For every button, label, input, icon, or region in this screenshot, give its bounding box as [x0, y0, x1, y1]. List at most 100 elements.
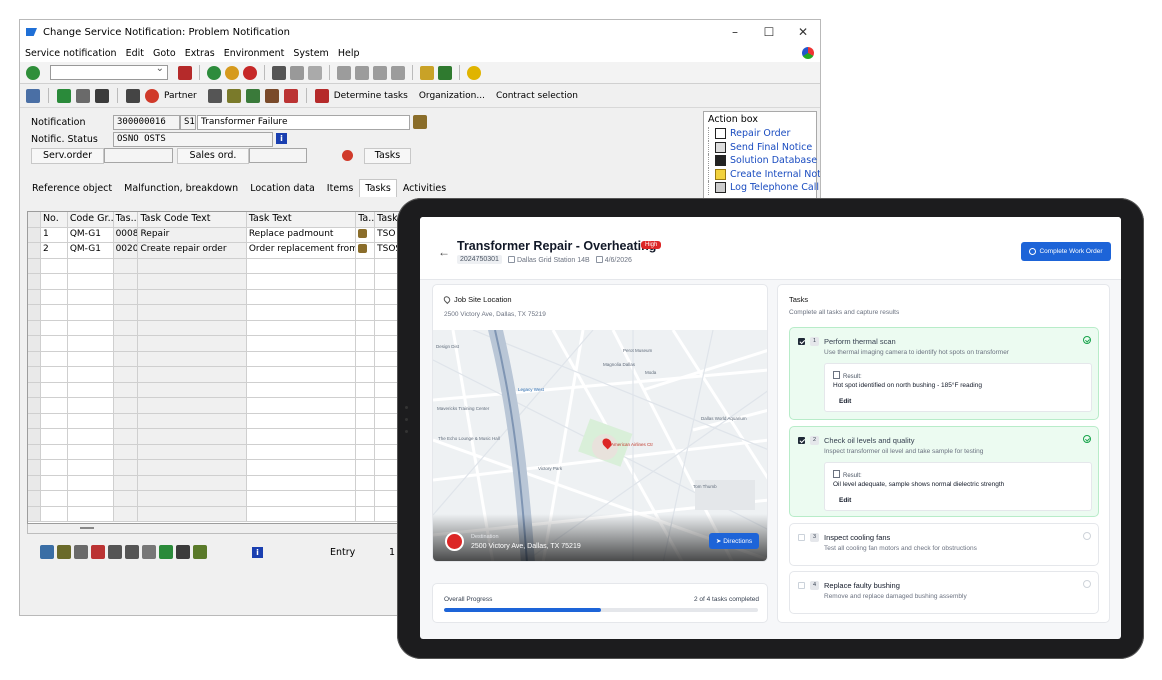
tab-location-data[interactable]: Location data — [244, 179, 321, 197]
shortcut-icon[interactable] — [438, 65, 452, 80]
table-row[interactable] — [28, 367, 401, 383]
table-cell[interactable] — [247, 258, 357, 273]
table-cell[interactable] — [247, 413, 357, 428]
save-icon[interactable] — [178, 65, 192, 80]
table-cell[interactable] — [113, 258, 139, 273]
scrollbar-thumb[interactable] — [80, 527, 94, 529]
menu-system[interactable]: System — [293, 48, 328, 59]
command-field[interactable] — [50, 63, 168, 80]
table-cell[interactable]: QM-G1 — [68, 243, 114, 258]
row-selector[interactable] — [28, 336, 41, 351]
row-selector[interactable] — [28, 382, 41, 397]
row-selector[interactable] — [28, 274, 41, 289]
column-header[interactable]: No. — [41, 212, 68, 227]
table-cell[interactable] — [138, 444, 247, 459]
table-row[interactable] — [28, 382, 401, 398]
table-cell[interactable] — [41, 460, 68, 475]
truck-icon[interactable] — [283, 88, 298, 103]
table-cell[interactable] — [138, 460, 247, 475]
table-horizontal-scrollbar[interactable] — [27, 524, 402, 534]
table-cell[interactable] — [138, 491, 247, 506]
row-selector-header[interactable] — [28, 212, 41, 227]
column-header[interactable]: Task Code Text — [138, 212, 247, 227]
table-cell[interactable] — [41, 274, 68, 289]
table-cell[interactable] — [356, 351, 376, 366]
action-send-final-notice[interactable]: Send Final Notice — [708, 140, 812, 154]
flag-check-icon[interactable] — [95, 88, 109, 103]
table-cell[interactable] — [41, 305, 68, 320]
column-header[interactable]: Task Text — [247, 212, 357, 227]
table-cell[interactable] — [113, 460, 139, 475]
action-label[interactable]: Send Final Notice — [730, 142, 812, 153]
layout-icon[interactable] — [142, 545, 156, 559]
table-cell[interactable] — [247, 351, 357, 366]
table-cell[interactable] — [247, 398, 357, 413]
success-icon[interactable] — [193, 545, 207, 559]
table-cell[interactable]: 1 — [41, 227, 68, 242]
table-cell[interactable] — [113, 491, 139, 506]
minimize-icon[interactable]: – — [718, 25, 752, 39]
table-cell[interactable] — [113, 475, 139, 490]
table-cell[interactable] — [41, 429, 68, 444]
table-cell[interactable]: Order replacement from d — [247, 243, 357, 258]
table-cell[interactable] — [68, 336, 114, 351]
sales-order-button[interactable]: Sales ord. — [177, 148, 249, 164]
table-cell[interactable] — [356, 444, 376, 459]
tab-items[interactable]: Items — [321, 179, 360, 197]
table-cell[interactable] — [68, 320, 114, 335]
table-cell[interactable] — [356, 336, 376, 351]
table-cell[interactable] — [68, 460, 114, 475]
table-cell[interactable] — [138, 289, 247, 304]
select-all-icon[interactable] — [57, 545, 71, 559]
row-selector[interactable] — [28, 475, 41, 490]
table-cell[interactable] — [41, 398, 68, 413]
row-selector[interactable] — [28, 429, 41, 444]
table-cell[interactable] — [247, 320, 357, 335]
create-session-icon[interactable] — [420, 65, 434, 80]
table-cell[interactable] — [356, 305, 376, 320]
table-cell[interactable] — [138, 382, 247, 397]
delete-row-icon[interactable] — [91, 545, 105, 559]
status-info-icon[interactable]: i — [276, 133, 287, 144]
column-header[interactable]: Tas... — [113, 212, 139, 227]
determine-tasks-icon[interactable] — [314, 88, 329, 103]
table-cell[interactable] — [68, 351, 114, 366]
table-cell[interactable] — [41, 475, 68, 490]
table-cell[interactable] — [356, 475, 376, 490]
tasks-button[interactable]: Tasks — [364, 148, 411, 164]
task-item[interactable]: 1 Perform thermal scan Use thermal imagi… — [789, 327, 1099, 420]
table-info-icon[interactable]: i — [252, 546, 263, 558]
partner-icon[interactable] — [145, 88, 159, 103]
partner-button[interactable]: Partner — [164, 91, 197, 101]
action-log-telephone-call[interactable]: Log Telephone Call — [708, 181, 819, 195]
table-cell[interactable] — [41, 320, 68, 335]
tab-tasks[interactable]: Tasks — [359, 179, 397, 197]
action-repair-order[interactable]: Repair Order — [708, 127, 812, 141]
table-cell[interactable] — [41, 289, 68, 304]
menu-goto[interactable]: Goto — [153, 48, 176, 59]
table-cell[interactable] — [68, 491, 114, 506]
table-cell[interactable] — [138, 429, 247, 444]
long-text-icon[interactable] — [207, 88, 222, 103]
row-selector[interactable] — [28, 491, 41, 506]
table-cell[interactable] — [138, 475, 247, 490]
table-cell[interactable] — [68, 413, 114, 428]
table-row[interactable] — [28, 320, 401, 336]
table-cell[interactable] — [356, 289, 376, 304]
details-icon[interactable] — [40, 545, 54, 559]
close-icon[interactable]: ✕ — [786, 25, 820, 39]
table-row[interactable] — [28, 444, 401, 460]
flag-green-icon[interactable] — [57, 88, 71, 103]
determine-tasks-button[interactable]: Determine tasks — [334, 91, 408, 101]
table-cell[interactable] — [247, 336, 357, 351]
table-cell[interactable] — [41, 351, 68, 366]
table-cell[interactable] — [247, 274, 357, 289]
table-cell[interactable] — [68, 274, 114, 289]
table-cell[interactable] — [247, 289, 357, 304]
table-cell[interactable] — [356, 320, 376, 335]
menu-environment[interactable]: Environment — [224, 48, 285, 59]
table-cell[interactable] — [138, 413, 247, 428]
objects-icon[interactable] — [226, 88, 241, 103]
documents-icon[interactable] — [264, 88, 279, 103]
table-cell[interactable] — [138, 398, 247, 413]
